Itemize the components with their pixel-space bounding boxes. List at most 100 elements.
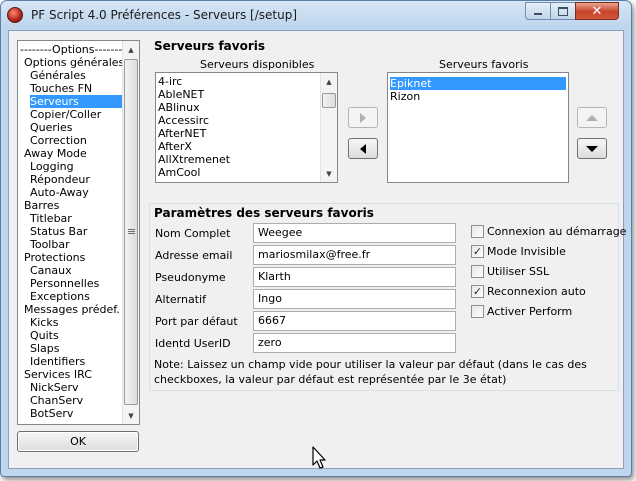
checkbox[interactable] bbox=[471, 265, 484, 278]
grip-line bbox=[128, 229, 135, 230]
tree-item[interactable]: Titlebar bbox=[30, 212, 72, 225]
params-section-title: Paramètres des serveurs favoris bbox=[154, 206, 374, 220]
tree-item[interactable]: Services IRC bbox=[24, 368, 92, 381]
tree-item[interactable]: Away Mode bbox=[24, 147, 87, 160]
favorite-servers-list[interactable]: Epiknet Rizon bbox=[387, 72, 569, 183]
checkbox[interactable] bbox=[471, 225, 484, 238]
field-input[interactable]: Klarth bbox=[253, 267, 456, 287]
tree-item[interactable]: Quits bbox=[30, 329, 59, 342]
tree-item[interactable]: Status Bar bbox=[30, 225, 87, 238]
tree-scrollbar[interactable]: ▲ ▼ bbox=[122, 41, 139, 424]
server-list-item[interactable]: AbleNET bbox=[158, 88, 204, 101]
minimize-button[interactable] bbox=[525, 2, 551, 20]
server-list-item[interactable]: Accessirc bbox=[158, 114, 209, 127]
tree-item[interactable]: Toolbar bbox=[30, 238, 70, 251]
checkmark-icon: ✓ bbox=[472, 245, 483, 258]
tree-item[interactable]: Serveurs bbox=[30, 95, 122, 108]
server-list-item[interactable]: AfterX bbox=[158, 140, 192, 153]
scroll-up-icon[interactable]: ▲ bbox=[123, 41, 139, 58]
field-label: Port par défaut bbox=[155, 315, 238, 328]
dialog-client-area: --------Options-------- Options générales… bbox=[8, 30, 626, 469]
maximize-button[interactable] bbox=[550, 2, 576, 20]
tree-item[interactable]: Kicks bbox=[30, 316, 58, 329]
field-label: Adresse email bbox=[155, 249, 233, 262]
scroll-up-icon[interactable]: ▲ bbox=[321, 73, 337, 90]
scroll-down-icon[interactable]: ▼ bbox=[123, 407, 139, 424]
mouse-cursor-icon bbox=[312, 446, 326, 469]
field-label: Nom Complet bbox=[155, 227, 231, 240]
checkbox-label[interactable]: Activer Perform bbox=[487, 305, 572, 318]
tree-item[interactable]: Logging bbox=[30, 160, 74, 173]
scrollbar-thumb[interactable] bbox=[322, 93, 336, 108]
tree-item[interactable]: Options générales bbox=[24, 56, 124, 69]
checkbox-label[interactable]: Mode Invisible bbox=[487, 245, 566, 258]
defaults-note: Note: Laissez un champ vide pour utilise… bbox=[154, 358, 587, 386]
tree-item[interactable]: Exceptions bbox=[30, 290, 90, 303]
arrow-down-icon bbox=[586, 145, 598, 152]
field-input[interactable]: zero bbox=[253, 333, 456, 353]
server-list-item[interactable]: AfterNET bbox=[158, 127, 206, 140]
favorite-list-item[interactable]: Epiknet bbox=[389, 76, 567, 91]
tree-item[interactable]: Queries bbox=[30, 121, 72, 134]
tree-item[interactable]: Canaux bbox=[30, 264, 72, 277]
favorite-list-item[interactable]: Rizon bbox=[390, 90, 420, 103]
options-tree[interactable]: --------Options-------- Options générales… bbox=[17, 40, 140, 425]
checkbox-label[interactable]: Utiliser SSL bbox=[487, 265, 549, 278]
checkbox-label[interactable]: Reconnexion auto bbox=[487, 285, 586, 298]
field-input[interactable]: Weegee bbox=[253, 223, 456, 243]
field-input[interactable]: 6667 bbox=[253, 311, 456, 331]
field-label: Pseudonyme bbox=[155, 271, 226, 284]
remove-favorite-button[interactable] bbox=[348, 138, 378, 159]
tree-item[interactable]: ChanServ bbox=[30, 394, 83, 407]
field-label: Identd UserID bbox=[155, 337, 231, 350]
tree-item[interactable]: BotServ bbox=[30, 407, 73, 420]
arrow-up-icon bbox=[586, 114, 598, 121]
tree-item[interactable]: Messages prédef. bbox=[24, 303, 120, 316]
close-icon: ✕ bbox=[591, 3, 603, 19]
grip-line bbox=[128, 233, 135, 234]
tree-item[interactable]: Répondeur bbox=[30, 173, 90, 186]
server-list-item[interactable]: ABlinux bbox=[158, 101, 200, 114]
field-input[interactable]: mariosmilax@free.fr bbox=[253, 245, 456, 265]
available-list-scrollbar[interactable]: ▲ ▼ bbox=[320, 73, 337, 182]
tree-item[interactable]: Touches FN bbox=[30, 82, 92, 95]
tree-item[interactable]: Auto-Away bbox=[30, 186, 89, 199]
window-title: PF Script 4.0 Préférences - Serveurs [/s… bbox=[31, 8, 297, 22]
favorite-servers-header: Serveurs favoris bbox=[439, 58, 529, 71]
arrow-left-icon bbox=[360, 143, 366, 154]
checkbox[interactable]: ✓ bbox=[471, 245, 484, 258]
tree-item[interactable]: Correction bbox=[30, 134, 87, 147]
server-list-item[interactable]: AllXtremenet bbox=[158, 153, 230, 166]
tree-item[interactable]: NickServ bbox=[30, 381, 79, 394]
maximize-icon bbox=[558, 6, 568, 16]
move-up-button[interactable] bbox=[577, 107, 607, 128]
field-input[interactable]: Ingo bbox=[253, 289, 456, 309]
close-button[interactable]: ✕ bbox=[575, 2, 619, 20]
tree-item[interactable]: Barres bbox=[24, 199, 59, 212]
tree-item[interactable]: Générales bbox=[30, 69, 86, 82]
preferences-window: PF Script 4.0 Préférences - Serveurs [/s… bbox=[0, 0, 632, 477]
tree-item[interactable]: Personnelles bbox=[30, 277, 99, 290]
tree-item[interactable]: Slaps bbox=[30, 342, 60, 355]
scroll-down-icon[interactable]: ▼ bbox=[321, 165, 337, 182]
scrollbar-thumb[interactable] bbox=[124, 59, 138, 405]
checkbox[interactable]: ✓ bbox=[471, 285, 484, 298]
add-favorite-button[interactable] bbox=[348, 107, 378, 128]
tree-item[interactable]: --------Options-------- bbox=[20, 43, 126, 56]
checkbox-label[interactable]: Connexion au démarrage bbox=[487, 225, 626, 238]
checkbox[interactable] bbox=[471, 305, 484, 318]
arrow-right-icon bbox=[360, 112, 366, 123]
ok-button[interactable]: OK bbox=[17, 431, 139, 452]
server-list-item[interactable]: 4-irc bbox=[158, 75, 182, 88]
servers-section-title: Serveurs favoris bbox=[154, 39, 265, 53]
available-servers-list[interactable]: 4-irc AbleNET ABlinux Accessirc AfterNET Afte… bbox=[155, 72, 338, 183]
title-bar[interactable]: PF Script 4.0 Préférences - Serveurs [/s… bbox=[1, 1, 631, 29]
move-down-button[interactable] bbox=[577, 138, 607, 159]
tree-item[interactable]: Identifiers bbox=[30, 355, 85, 368]
tree-item[interactable]: Protections bbox=[24, 251, 85, 264]
available-servers-header: Serveurs disponibles bbox=[200, 58, 315, 71]
tree-item[interactable]: Copier/Coller bbox=[30, 108, 101, 121]
server-list-item[interactable]: AmCool bbox=[158, 166, 200, 179]
grip-line bbox=[128, 231, 135, 232]
app-icon bbox=[7, 7, 23, 23]
